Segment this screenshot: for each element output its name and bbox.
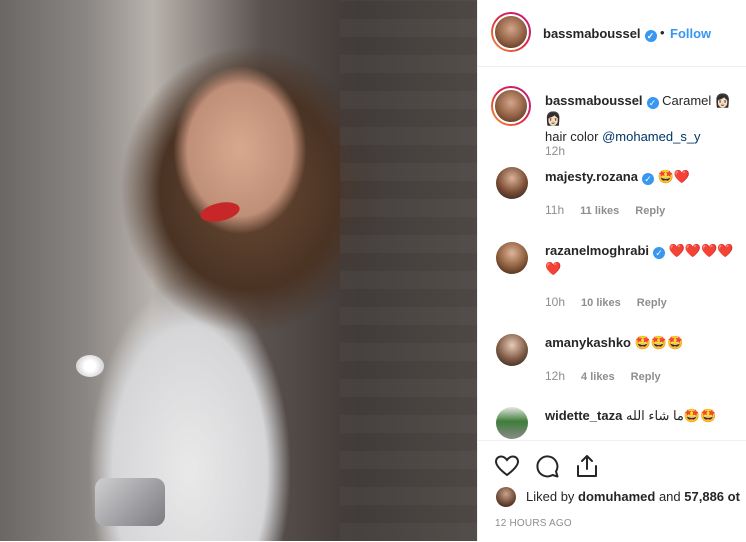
comment-body: ❤️❤️❤️❤️	[668, 243, 734, 258]
comment-likes[interactable]: 11 likes	[580, 205, 619, 217]
reply-button[interactable]: Reply	[631, 371, 661, 383]
verified-icon: ✓	[646, 97, 659, 109]
comment-body-line2: ❤️	[545, 261, 562, 276]
comment-time[interactable]: 10h	[545, 295, 565, 309]
commenter-avatar[interactable]	[496, 242, 528, 274]
comment-meta: 12h 4 likes Reply	[545, 369, 677, 383]
reply-button[interactable]: Reply	[637, 297, 667, 309]
caption-avatar[interactable]	[491, 86, 531, 126]
comment-meta: 10h 10 likes Reply	[545, 295, 683, 309]
verified-icon: ✓	[653, 247, 666, 259]
author-username[interactable]: bassmaboussel ✓	[543, 26, 657, 42]
verified-icon: ✓	[641, 173, 654, 185]
author-username-text[interactable]: bassmaboussel	[543, 26, 641, 41]
comment-bubble-icon[interactable]	[534, 453, 560, 479]
caption-username[interactable]: bassmaboussel	[545, 93, 643, 108]
photo-ring	[76, 355, 104, 377]
comment-time[interactable]: 12h	[545, 369, 565, 383]
caption-mention-link[interactable]: @mohamed_s_y	[602, 129, 700, 144]
commenter-avatar[interactable]	[496, 334, 528, 366]
post-photo[interactable]	[0, 0, 477, 541]
share-icon[interactable]	[574, 453, 600, 479]
comment-body: ما شاء الله🤩🤩	[625, 408, 717, 423]
post-timestamp[interactable]: 12 HOURS AGO	[495, 518, 572, 529]
liked-by-and: and	[655, 489, 685, 504]
caption-body: Caramel	[662, 93, 712, 108]
comment-username[interactable]: widette_taza	[545, 408, 622, 423]
photo-lips	[198, 199, 242, 225]
comment-meta: 11h 11 likes Reply	[545, 203, 681, 217]
comment-text: razanelmoghrabi ✓ ❤️❤️❤️❤️ ❤️	[545, 242, 745, 278]
caption-time[interactable]: 12h	[545, 144, 565, 158]
comment-username[interactable]: majesty.rozana	[545, 169, 638, 184]
reply-button[interactable]: Reply	[635, 205, 665, 217]
post-actions: Liked by domuhamed and 57,886 ot 12 HOUR…	[478, 440, 746, 542]
like-heart-icon[interactable]	[494, 453, 520, 479]
liked-by-prefix: Liked by	[526, 489, 579, 504]
post-sidebar: bassmaboussel ✓ • Follow bassmaboussel ✓ C…	[477, 0, 746, 541]
commenter-avatar[interactable]	[496, 167, 528, 199]
caption-line2: hair color	[545, 129, 603, 144]
liked-count[interactable]: 57,886 ot	[684, 489, 740, 504]
comment-text: amanykashko 🤩🤩🤩	[545, 334, 683, 352]
caption-meta: 12h	[545, 144, 581, 158]
verified-icon: ✓	[644, 30, 657, 42]
commenter-avatar[interactable]	[496, 407, 528, 439]
comment-username[interactable]: amanykashko	[545, 335, 631, 350]
photo-watch	[95, 478, 165, 526]
comment-body: 🤩❤️	[657, 169, 690, 184]
comment-text: majesty.rozana ✓ 🤩❤️	[545, 168, 690, 186]
comments-list[interactable]: bassmaboussel ✓ Caramel 👩🏻 👩🏻 hair color …	[478, 66, 746, 440]
comment-time[interactable]: 11h	[545, 203, 564, 217]
comment-body: 🤩🤩🤩	[634, 335, 684, 350]
comment-likes[interactable]: 4 likes	[581, 371, 615, 383]
author-avatar[interactable]	[491, 12, 531, 52]
comment-text: widette_taza ما شاء الله🤩🤩	[545, 407, 716, 425]
header-separator: •	[660, 25, 665, 40]
post-header: bassmaboussel ✓ • Follow	[478, 0, 746, 67]
comment-username[interactable]: razanelmoghrabi	[545, 243, 649, 258]
liked-by-user[interactable]: domuhamed	[578, 489, 655, 504]
comment-likes[interactable]: 10 likes	[581, 297, 621, 309]
caption-text: bassmaboussel ✓ Caramel 👩🏻 👩🏻 hair color …	[545, 92, 745, 146]
liker-avatar[interactable]	[496, 487, 516, 507]
photo-background-wall	[340, 0, 477, 541]
follow-button[interactable]: Follow	[670, 26, 711, 41]
liked-by: Liked by domuhamed and 57,886 ot	[526, 489, 740, 504]
